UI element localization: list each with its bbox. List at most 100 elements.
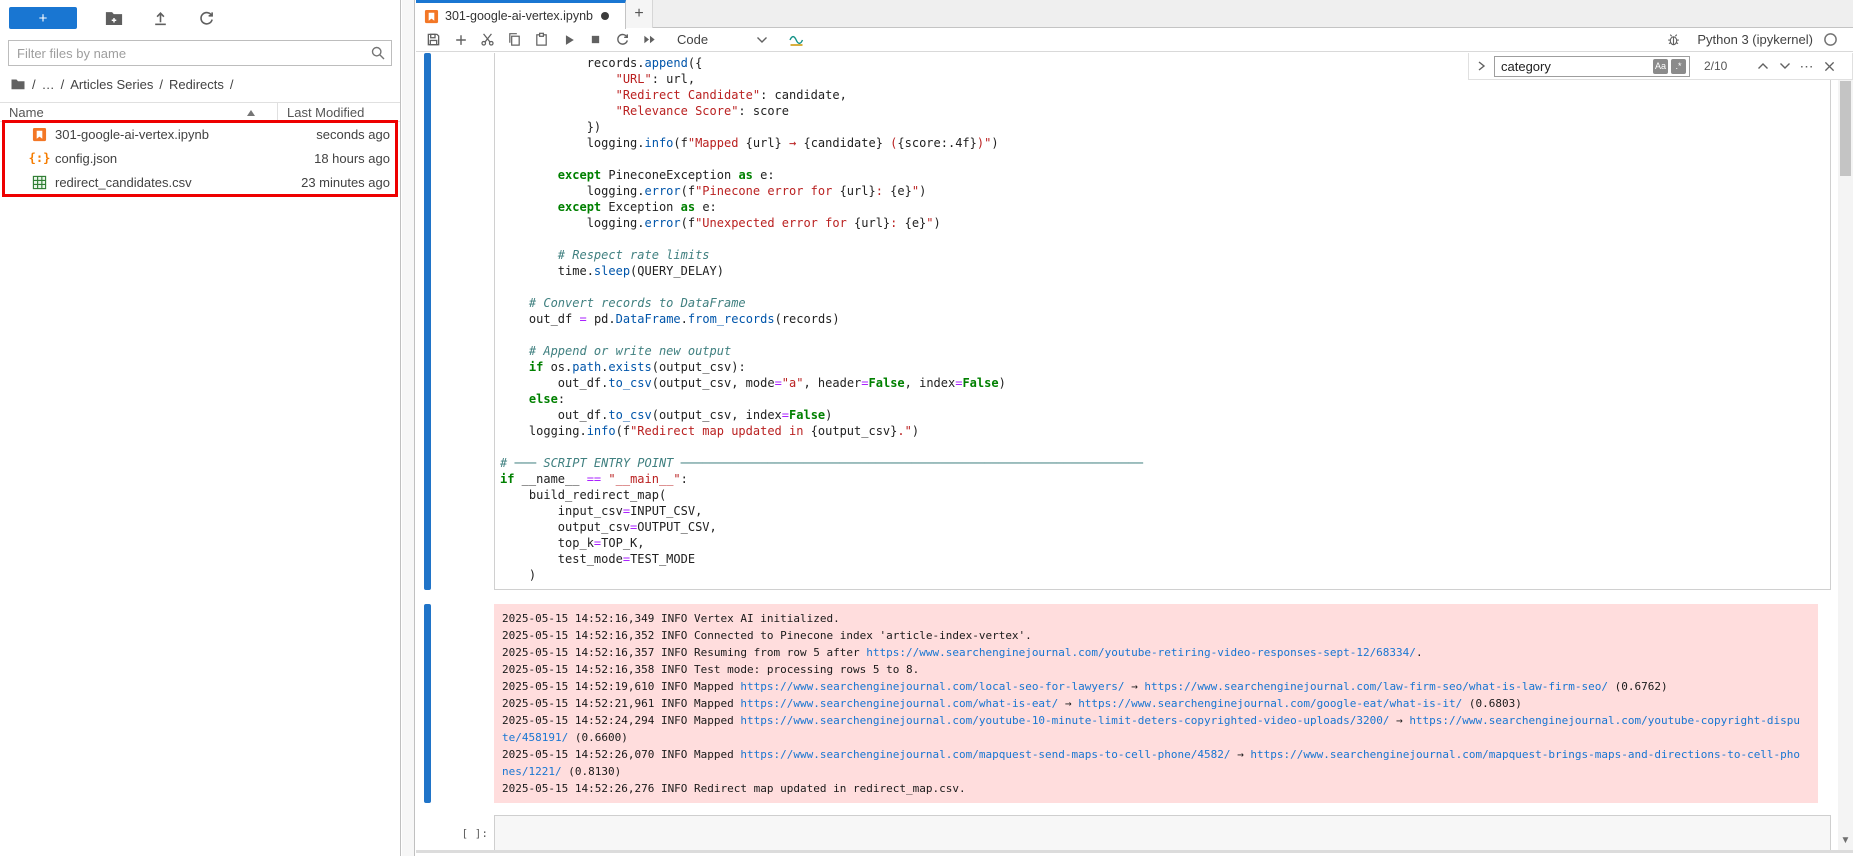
log-url-link[interactable]: te/458191/ — [502, 731, 568, 744]
cut-cell-button[interactable] — [474, 29, 501, 51]
log-url-link[interactable]: https://www.searchenginejournal.com/yout… — [1409, 714, 1800, 727]
search-expand-icon[interactable] — [1477, 60, 1486, 72]
log-text: (0.8130) — [562, 765, 622, 778]
file-row[interactable]: {:}config.json18 hours ago — [0, 146, 400, 170]
log-text: (0.6762) — [1608, 680, 1668, 693]
restart-kernel-button[interactable] — [609, 29, 636, 51]
empty-code-cell: [ ]: — [416, 815, 1838, 850]
input-collapser[interactable] — [424, 53, 431, 590]
empty-cell-editor[interactable] — [494, 815, 1831, 850]
upload-button[interactable] — [151, 9, 169, 27]
refresh-file-list-button[interactable] — [197, 9, 215, 27]
code-line: test_mode=TEST_MODE — [500, 551, 1826, 567]
column-header-name[interactable]: Name — [0, 103, 278, 121]
code-line: out_df.to_csv(output_csv, mode="a", head… — [500, 375, 1826, 391]
save-button[interactable] — [420, 29, 447, 51]
log-url-link[interactable]: https://www.searchenginejournal.com/what… — [740, 697, 1058, 710]
kernel-status-icon[interactable] — [1823, 32, 1838, 47]
search-more-options-button[interactable]: ⋯ — [1796, 56, 1818, 76]
notebook-toolbar: Code Python 3 (ip — [416, 28, 1853, 52]
column-name-label: Name — [9, 105, 44, 120]
log-url-link[interactable]: https://www.searchenginejournal.com/yout… — [740, 714, 1389, 727]
log-url-link[interactable]: https://www.searchenginejournal.com/law-… — [1144, 680, 1608, 693]
folder-icon[interactable] — [10, 76, 26, 92]
log-text: 2025-05-15 14:52:19,610 INFO Mapped — [502, 680, 740, 693]
code-line: if os.path.exists(output_csv): — [500, 359, 1826, 375]
log-text: 2025-05-15 14:52:16,358 INFO Test mode: … — [502, 663, 919, 676]
scroll-down-button[interactable]: ▼ — [1838, 833, 1853, 847]
new-launcher-button[interactable]: + — [9, 7, 77, 29]
log-url-link[interactable]: https://www.searchenginejournal.com/goog… — [1078, 697, 1462, 710]
code-editor[interactable]: records.append({ "URL": url, "Redirect C… — [494, 53, 1831, 590]
cell-type-value: Code — [677, 32, 708, 47]
scrollbar-thumb[interactable] — [1840, 81, 1851, 176]
code-line: ) — [500, 567, 1826, 583]
restart-run-all-button[interactable] — [636, 29, 663, 51]
previous-match-button[interactable] — [1752, 56, 1774, 76]
log-text: → — [1125, 680, 1145, 693]
plus-icon: + — [634, 5, 643, 23]
insert-cell-button[interactable] — [447, 29, 474, 51]
breadcrumb-ellipsis[interactable]: … — [42, 77, 55, 92]
bug-icon — [1666, 32, 1681, 47]
log-url-link[interactable]: https://www.searchenginejournal.com/mapq… — [1250, 748, 1800, 761]
toolbar-extension-icon[interactable] — [788, 33, 805, 47]
debugger-button[interactable] — [1660, 29, 1687, 51]
run-cell-button[interactable] — [555, 29, 582, 51]
code-line: "Redirect Candidate": candidate, — [500, 87, 1826, 103]
sort-ascending-icon — [247, 110, 255, 116]
code-line: top_k=TOP_K, — [500, 535, 1826, 551]
log-text: 2025-05-15 14:52:24,294 INFO Mapped — [502, 714, 740, 727]
log-line: 2025-05-15 14:52:24,294 INFO Mapped http… — [502, 712, 1810, 729]
paste-cell-button[interactable] — [528, 29, 555, 51]
breadcrumb-root[interactable]: / — [32, 77, 36, 92]
file-modified: seconds ago — [278, 127, 400, 142]
jupyterlab-window: + — [0, 0, 1853, 856]
filter-files-input[interactable] — [8, 40, 392, 66]
log-url-link[interactable]: https://www.searchenginejournal.com/yout… — [866, 646, 1416, 659]
plus-icon — [454, 33, 468, 47]
log-text: (0.6803) — [1462, 697, 1522, 710]
column-modified-label: Last Modified — [287, 105, 364, 120]
log-text: (0.6600) — [568, 731, 628, 744]
cell-type-dropdown[interactable]: Code — [677, 32, 768, 47]
empty-cell-prompt: [ ]: — [431, 815, 494, 850]
regex-toggle[interactable]: .* — [1671, 59, 1686, 74]
code-line: logging.error(f"Unexpected error for {ur… — [500, 215, 1826, 231]
kernel-name[interactable]: Python 3 (ipykernel) — [1697, 32, 1813, 47]
tab-title: 301-google-ai-vertex.ipynb — [445, 9, 593, 23]
tab-notebook[interactable]: 301-google-ai-vertex.ipynb — [416, 0, 626, 29]
log-text: 2025-05-15 14:52:16,352 INFO Connected t… — [502, 629, 1032, 642]
log-url-link[interactable]: nes/1221/ — [502, 765, 562, 778]
code-line: time.sleep(QUERY_DELAY) — [500, 263, 1826, 279]
add-tab-button[interactable]: + — [626, 0, 653, 28]
plus-icon: + — [39, 10, 48, 27]
file-modified: 18 hours ago — [278, 151, 400, 166]
close-search-button[interactable] — [1818, 56, 1840, 76]
file-name: config.json — [55, 151, 278, 166]
empty-cell-collapser — [424, 815, 431, 850]
stop-kernel-button[interactable] — [582, 29, 609, 51]
copy-cell-button[interactable] — [501, 29, 528, 51]
log-text: → — [1389, 714, 1409, 727]
breadcrumb-separator: / — [230, 77, 234, 92]
log-text: 2025-05-15 14:52:16,349 INFO Vertex AI i… — [502, 612, 840, 625]
file-filter — [8, 40, 392, 66]
panel-splitter[interactable] — [402, 0, 415, 856]
code-line: input_csv=INPUT_CSV, — [500, 503, 1826, 519]
match-case-toggle[interactable]: Aa — [1653, 59, 1668, 74]
log-url-link[interactable]: https://www.searchenginejournal.com/loca… — [740, 680, 1124, 693]
refresh-icon — [198, 10, 215, 27]
breadcrumb-item-articles-series[interactable]: Articles Series — [70, 77, 153, 92]
column-header-modified[interactable]: Last Modified — [278, 105, 400, 120]
file-row[interactable]: redirect_candidates.csv23 minutes ago — [0, 170, 400, 194]
new-folder-icon — [105, 9, 123, 27]
breadcrumb-item-redirects[interactable]: Redirects — [169, 77, 224, 92]
file-row[interactable]: 301-google-ai-vertex.ipynbseconds ago — [0, 122, 400, 146]
code-line: except Exception as e: — [500, 199, 1826, 215]
vertical-scrollbar[interactable]: ▼ — [1838, 53, 1853, 850]
new-folder-button[interactable] — [105, 9, 123, 27]
next-match-button[interactable] — [1774, 56, 1796, 76]
output-collapser[interactable] — [424, 604, 431, 803]
log-url-link[interactable]: https://www.searchenginejournal.com/mapq… — [740, 748, 1230, 761]
